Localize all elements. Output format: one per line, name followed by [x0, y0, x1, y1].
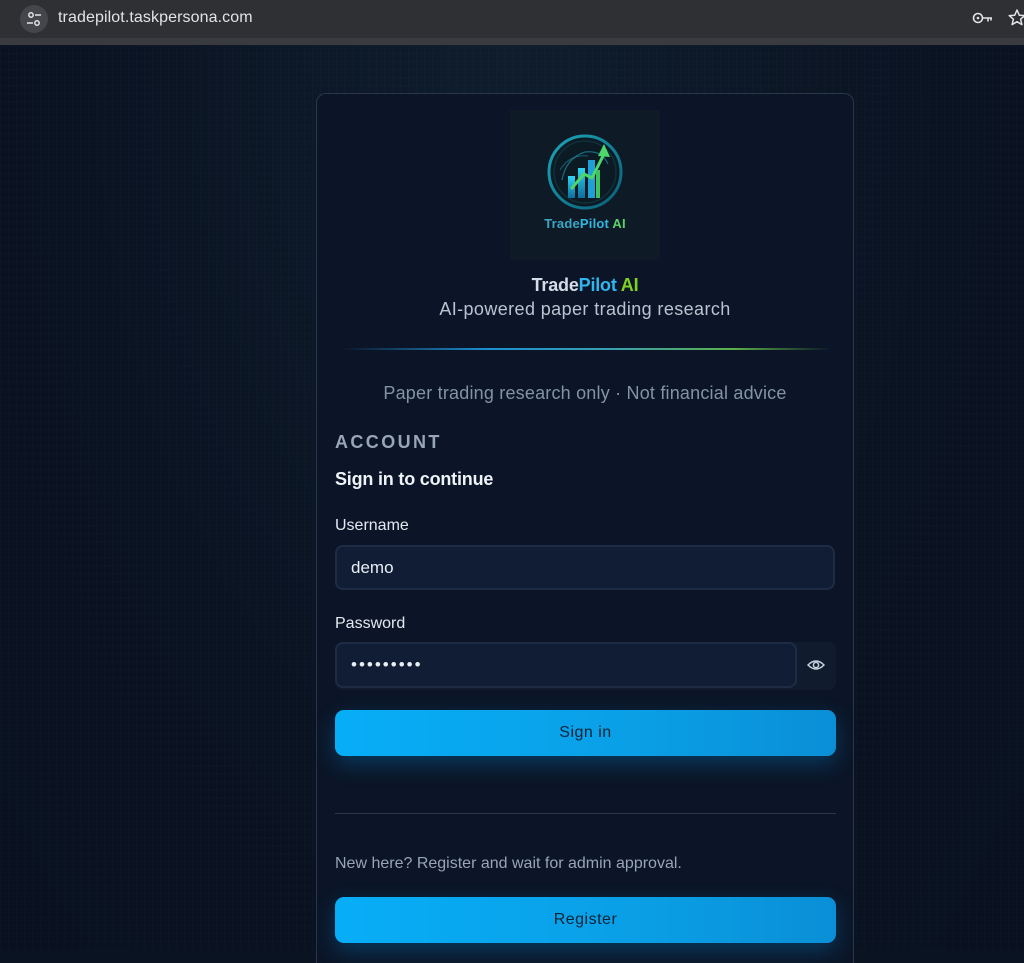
key-icon[interactable]: [972, 9, 994, 32]
username-input[interactable]: demo: [335, 545, 835, 590]
sign-in-button[interactable]: Sign in: [335, 710, 836, 756]
section-divider: [335, 813, 836, 814]
password-label: Password: [335, 615, 406, 632]
site-info-button[interactable]: [20, 5, 48, 33]
password-input[interactable]: •••••••••: [335, 642, 797, 688]
username-value: demo: [351, 557, 394, 577]
section-kicker: ACCOUNT: [335, 432, 442, 452]
register-note: New here? Register and wait for admin ap…: [335, 855, 682, 872]
disclaimer-text: Paper trading research only · Not financ…: [383, 383, 787, 403]
password-value: •••••••••: [351, 655, 423, 674]
username-label: Username: [335, 517, 409, 534]
register-button[interactable]: Register: [335, 897, 836, 943]
browser-address-bar: tradepilot.taskpersona.com: [0, 0, 1024, 38]
logo-emblem-icon: [547, 134, 623, 210]
brand-title: TradePilot AI: [531, 275, 639, 295]
logo-wordmark: TradePilot AI: [544, 216, 626, 231]
page-background: TradePilot AI TradePilot AI AI-powered p…: [0, 45, 1024, 963]
password-field-group: •••••••••: [335, 642, 836, 690]
gradient-divider: [341, 348, 831, 350]
star-icon[interactable]: [1008, 8, 1024, 33]
url-text[interactable]: tradepilot.taskpersona.com: [58, 9, 253, 27]
tradepilot-logo: TradePilot AI: [510, 110, 660, 260]
tune-icon: [27, 12, 41, 26]
browser-toolbar-edge: [0, 38, 1024, 45]
eye-icon: [807, 660, 825, 670]
section-title: Sign in to continue: [335, 469, 494, 489]
brand-tagline: AI-powered paper trading research: [439, 299, 731, 319]
password-toggle-button[interactable]: [801, 650, 831, 680]
login-card: TradePilot AI TradePilot AI AI-powered p…: [316, 93, 854, 963]
